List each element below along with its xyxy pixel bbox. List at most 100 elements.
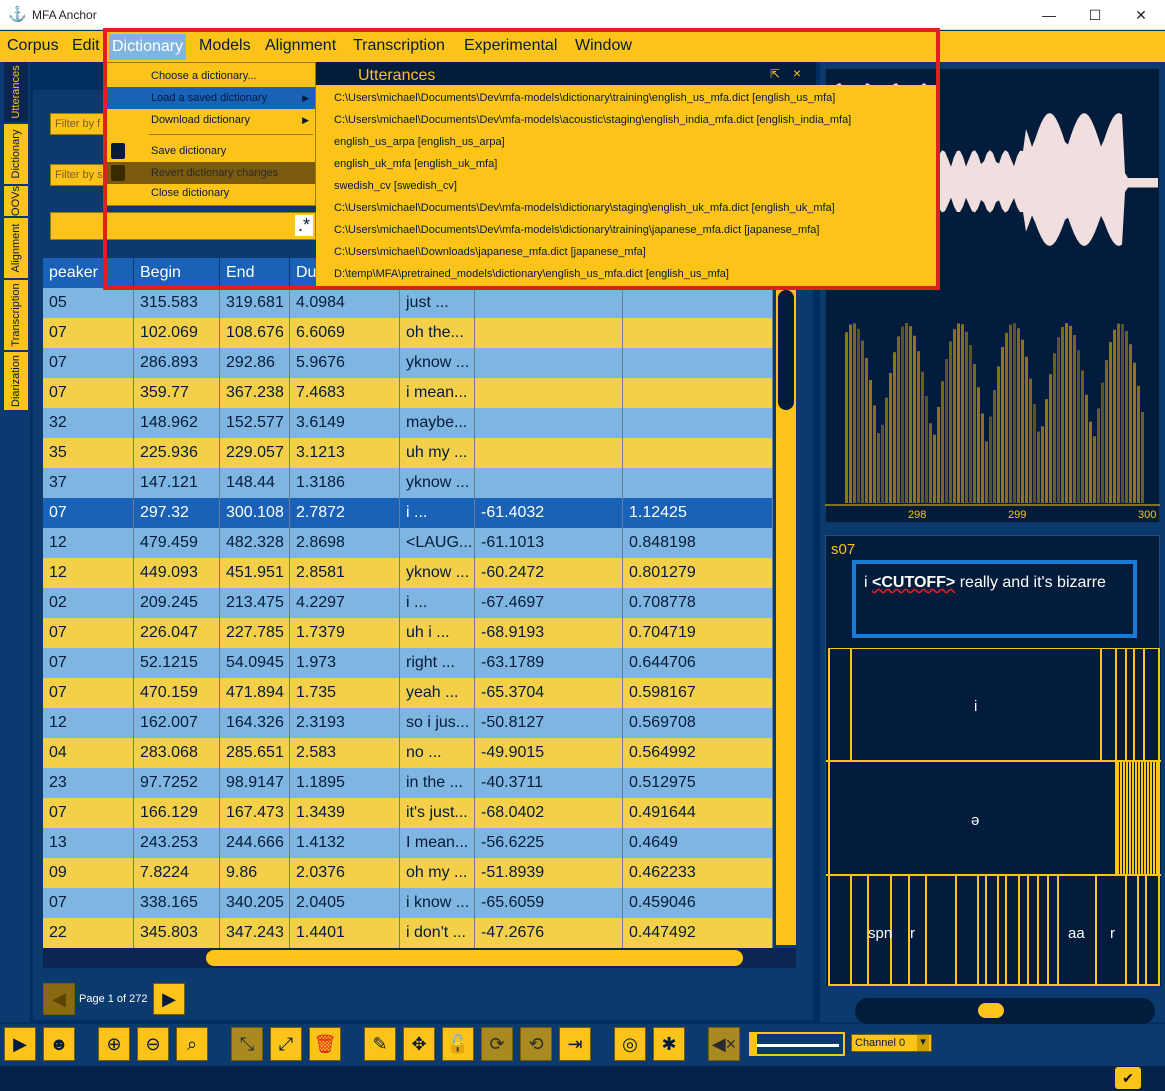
table-row[interactable]: 02 209.245 213.475 4.2297 i ... -67.4697 0.708… xyxy=(43,588,773,618)
scroll-thumb[interactable] xyxy=(778,290,794,410)
menu-choose-dictionary[interactable]: Choose a dictionary... xyxy=(105,65,315,87)
menu-dictionary[interactable]: Dictionary xyxy=(109,34,187,60)
utterance-text-editor[interactable]: i <CUTOFF> really and it's bizarre xyxy=(852,560,1137,638)
cell-log-likelihood: -40.3711 xyxy=(475,768,623,798)
prev-page-button[interactable]: ◀ xyxy=(43,983,75,1015)
close-window-button[interactable]: ✕ xyxy=(1118,0,1164,30)
tab-oovs[interactable]: OOVs xyxy=(4,186,28,216)
mute-icon[interactable]: ◀× xyxy=(708,1027,740,1061)
col-end[interactable]: End xyxy=(220,258,290,288)
close-icon[interactable]: × xyxy=(793,65,801,81)
saved-dictionary-item[interactable]: C:\Users\michael\Documents\Dev\mfa-model… xyxy=(334,109,851,131)
table-row[interactable]: 07 166.129 167.473 1.3439 it's just... -68.04… xyxy=(43,798,773,828)
magic-wand-icon[interactable]: ✎ xyxy=(364,1027,396,1061)
cell-begin: 283.068 xyxy=(134,738,220,768)
regex-toggle[interactable]: .* xyxy=(294,215,313,236)
expand-icon[interactable]: ✥ xyxy=(403,1027,435,1061)
table-row[interactable]: 07 226.047 227.785 1.7379 uh i ... -68.9193 0.… xyxy=(43,618,773,648)
status-icon[interactable]: ✔ xyxy=(1115,1067,1141,1089)
menu-transcription[interactable]: Transcription xyxy=(353,37,445,55)
maximize-button[interactable]: ☐ xyxy=(1072,0,1118,30)
table-row[interactable]: 23 97.7252 98.9147 1.1895 in the ... -40.3711… xyxy=(43,768,773,798)
bug-report-icon[interactable]: ✱ xyxy=(653,1027,685,1061)
table-row[interactable]: 12 162.007 164.326 2.3193 so i jus... -50.812… xyxy=(43,708,773,738)
tab-utterances[interactable]: Utterances xyxy=(4,62,28,122)
table-row[interactable]: 05 315.583 319.681 4.0984 just ... xyxy=(43,288,773,318)
table-row[interactable]: 07 338.165 340.205 2.0405 i know ... -65.6059… xyxy=(43,888,773,918)
zoom-in-icon[interactable]: ⊕ xyxy=(98,1027,130,1061)
table-row[interactable]: 35 225.936 229.057 3.1213 uh my ... xyxy=(43,438,773,468)
float-icon[interactable]: ⇱ xyxy=(770,67,780,81)
volume-slider[interactable] xyxy=(749,1032,845,1056)
minimize-button[interactable]: — xyxy=(1026,0,1072,30)
table-row[interactable]: 07 52.1215 54.0945 1.973 right ... -63.1789 0.… xyxy=(43,648,773,678)
table-row[interactable]: 22 345.803 347.243 1.4401 i don't ... -47.267… xyxy=(43,918,773,948)
menu-corpus[interactable]: Corpus xyxy=(7,37,59,55)
table-row[interactable]: 04 283.068 285.651 2.583 no ... -49.9015 0.564… xyxy=(43,738,773,768)
table-row[interactable]: 07 359.77 367.238 7.4683 i mean... xyxy=(43,378,773,408)
unlock-icon[interactable]: 🔓 xyxy=(442,1027,474,1061)
table-row[interactable]: 09 7.8224 9.86 2.0376 oh my ... -51.8939 0.462… xyxy=(43,858,773,888)
help-icon[interactable]: ◎ xyxy=(614,1027,646,1061)
table-row[interactable]: 12 479.459 482.328 2.8698 <LAUG... -61.1013 0.… xyxy=(43,528,773,558)
volume-slider-handle[interactable] xyxy=(751,1034,757,1054)
table-row[interactable]: 12 449.093 451.951 2.8581 yknow ... -60.2472 0… xyxy=(43,558,773,588)
next-page-button[interactable]: ▶ xyxy=(153,983,185,1015)
regex-filter-input[interactable]: .* xyxy=(50,212,316,240)
zoom-to-selection-icon[interactable]: ⌕ xyxy=(176,1027,208,1061)
scroll-thumb[interactable] xyxy=(978,1003,1004,1018)
export-icon[interactable]: ⇥ xyxy=(559,1027,591,1061)
speakers-icon[interactable]: ☻ xyxy=(43,1027,75,1061)
tab-alignment[interactable]: Alignment xyxy=(4,218,28,278)
cell-deviation xyxy=(623,348,773,378)
saved-dictionary-item[interactable]: C:\Users\michael\Documents\Dev\mfa-model… xyxy=(334,87,835,109)
channel-select[interactable]: Channel 0 ▾ xyxy=(851,1034,932,1052)
alignment-tiers[interactable]: i ə spn r aa r xyxy=(826,648,1161,986)
table-row-selected[interactable]: 07 297.32 300.108 2.7872 i ... -61.4032 1.1242… xyxy=(43,498,773,528)
tab-transcription[interactable]: Transcription xyxy=(4,280,28,350)
col-speaker[interactable]: peaker xyxy=(43,258,134,288)
saved-dictionary-item[interactable]: C:\Users\michael\Documents\Dev\mfa-model… xyxy=(334,219,819,241)
split-icon[interactable]: ⤢ xyxy=(270,1027,302,1061)
table-horizontal-scrollbar[interactable] xyxy=(43,948,796,968)
col-begin[interactable]: Begin xyxy=(134,258,220,288)
menu-close-dictionary[interactable]: Close dictionary xyxy=(105,182,315,204)
table-row[interactable]: 07 286.893 292.86 5.9676 yknow ... xyxy=(43,348,773,378)
menu-download-dictionary[interactable]: Download dictionary ▶ xyxy=(105,109,315,131)
cell-log-likelihood: -68.0402 xyxy=(475,798,623,828)
menu-experimental[interactable]: Experimental xyxy=(464,37,557,55)
saved-dictionary-item[interactable]: C:\Users\michael\Documents\Dev\mfa-model… xyxy=(334,197,835,219)
table-row[interactable]: 13 243.253 244.666 1.4132 I mean... -56.6225 0… xyxy=(43,828,773,858)
cell-text: in the ... xyxy=(400,768,475,798)
zoom-out-icon[interactable]: ⊖ xyxy=(137,1027,169,1061)
saved-dictionary-item[interactable]: english_uk_mfa [english_uk_mfa] xyxy=(334,153,497,175)
menu-edit[interactable]: Edit xyxy=(72,37,100,55)
menu-models[interactable]: Models xyxy=(199,37,251,55)
menu-alignment[interactable]: Alignment xyxy=(265,37,336,55)
filter-field-2[interactable]: Filter by s xyxy=(50,164,110,186)
merge-icon[interactable]: ⤡ xyxy=(231,1027,263,1061)
scroll-thumb[interactable] xyxy=(206,950,743,966)
cell-deviation: 0.569708 xyxy=(623,708,773,738)
menu-window[interactable]: Window xyxy=(575,37,632,55)
table-row[interactable]: 07 102.069 108.676 6.6069 oh the... xyxy=(43,318,773,348)
table-vertical-scrollbar[interactable] xyxy=(776,285,796,945)
sync-icon[interactable]: ⟳ xyxy=(481,1027,513,1061)
history-icon[interactable]: ⟲ xyxy=(520,1027,552,1061)
delete-icon[interactable]: 🗑 xyxy=(309,1027,341,1061)
tab-diarization[interactable]: Diarization xyxy=(4,352,28,410)
saved-dictionary-item[interactable]: swedish_cv [swedish_cv] xyxy=(334,175,457,197)
play-icon[interactable]: ▶ xyxy=(4,1027,36,1061)
tab-dictionary[interactable]: Dictionary xyxy=(4,124,28,184)
saved-dictionary-item[interactable]: D:\temp\MFA\pretrained_models\dictionary… xyxy=(334,263,729,285)
filter-field-1[interactable]: Filter by f xyxy=(50,113,110,135)
menu-load-saved-dictionary[interactable]: Load a saved dictionary ▶ xyxy=(105,87,315,109)
saved-dictionary-item[interactable]: english_us_arpa [english_us_arpa] xyxy=(334,131,505,153)
table-row[interactable]: 37 147.121 148.44 1.3186 yknow ... xyxy=(43,468,773,498)
table-row[interactable]: 07 470.159 471.894 1.735 yeah ... -65.3704 0.5… xyxy=(43,678,773,708)
detail-horizontal-scrollbar[interactable] xyxy=(855,998,1155,1024)
table-row[interactable]: 32 148.962 152.577 3.6149 maybe... xyxy=(43,408,773,438)
menu-save-dictionary[interactable]: Save dictionary xyxy=(105,140,315,162)
menu-revert-dictionary[interactable]: Revert dictionary changes xyxy=(105,162,315,184)
saved-dictionary-item[interactable]: C:\Users\michael\Downloads\japanese_mfa.… xyxy=(334,241,646,263)
